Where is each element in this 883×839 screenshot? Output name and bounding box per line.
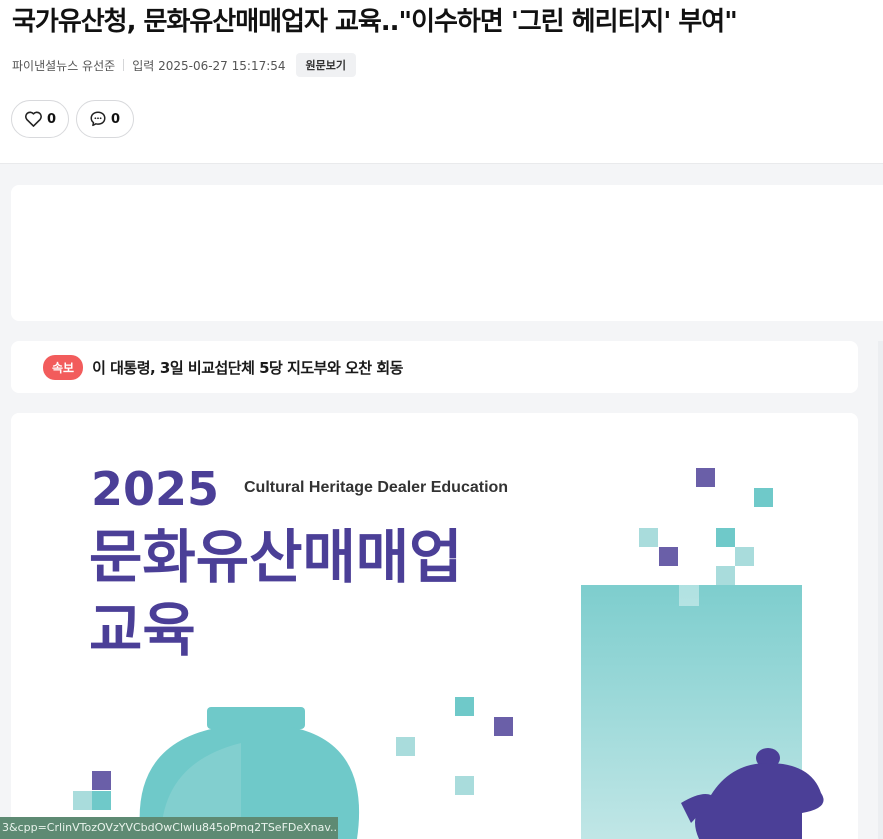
like-count: 0 (46, 111, 56, 127)
comment-button[interactable]: 0 (76, 100, 134, 138)
poster-title-line1: 문화유산매매업 (89, 523, 463, 591)
side-panel-edge (878, 341, 883, 839)
ad-placeholder (11, 185, 883, 321)
poster-year: 2025 (91, 462, 219, 516)
link-status-bar: 3&cpp=CrlinVTozOVzYVCbdOwClwlu845oPmq2TS… (0, 817, 338, 839)
article-source[interactable]: 파이낸셜뉴스 유선준 (12, 57, 115, 74)
poster-subtitle: Cultural Heritage Dealer Education (244, 479, 508, 496)
article-meta: 파이낸셜뉴스 유선준 입력 2025-06-27 15:17:54 원문보기 (12, 53, 357, 77)
like-button[interactable]: 0 (11, 100, 69, 138)
heart-icon (25, 111, 42, 127)
article-headline: 국가유산청, 문화유산매매업자 교육.."이수하면 '그린 헤리티지' 부여" (12, 7, 738, 37)
meta-divider (123, 59, 125, 71)
article-image-card: 2025 Cultural Heritage Dealer Education … (11, 413, 858, 839)
poster-title-line2: 교육 (89, 596, 196, 664)
comment-icon (90, 111, 106, 127)
breaking-headline[interactable]: 이 대통령, 3일 비교섭단체 5당 지도부와 오찬 회동 (92, 357, 403, 378)
comment-count: 0 (111, 111, 121, 127)
original-article-button[interactable]: 원문보기 (295, 53, 357, 77)
education-poster: 2025 Cultural Heritage Dealer Education … (11, 413, 858, 839)
breaking-news-bar[interactable]: 속보 이 대통령, 3일 비교섭단체 5당 지도부와 오찬 회동 (11, 341, 858, 393)
article-date: 입력 2025-06-27 15:17:54 (132, 58, 286, 73)
article-header: 국가유산청, 문화유산매매업자 교육.."이수하면 '그린 헤리티지' 부여" … (0, 0, 883, 164)
breaking-badge: 속보 (43, 354, 84, 380)
